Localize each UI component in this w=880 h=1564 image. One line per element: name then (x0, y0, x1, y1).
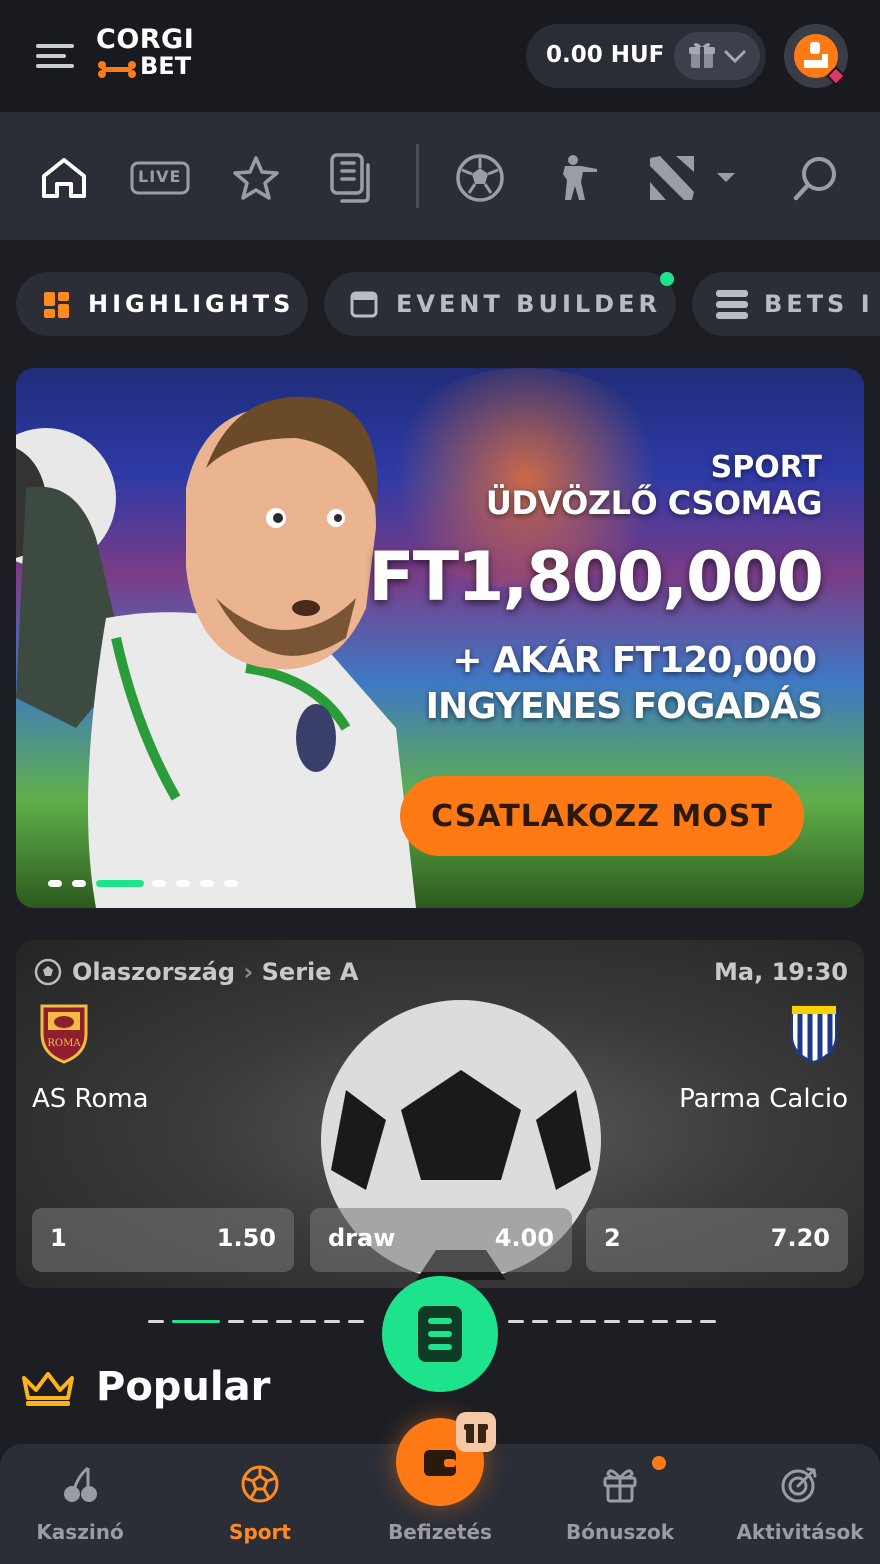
nav-activities[interactable]: Aktivitások (712, 1444, 880, 1564)
odd-button-draw[interactable]: draw 4.00 (310, 1208, 572, 1272)
bonus-dropdown-button[interactable] (674, 32, 760, 80)
match-time: Ma, 19:30 (714, 958, 848, 986)
banner-extra-amount: + AKÁR FT120,000 (452, 640, 817, 681)
balance-amount: 0.00 HUF (546, 42, 665, 68)
banner-dot-active[interactable] (96, 880, 144, 887)
join-now-button[interactable]: CSATLAKOZZ MOST (400, 776, 804, 856)
menu-icon[interactable] (36, 42, 76, 70)
sport-navigation: LIVE (0, 112, 880, 240)
floating-betslip-button[interactable] (382, 1276, 498, 1392)
banner-dot[interactable] (200, 880, 214, 887)
parma-crest-icon (791, 1005, 837, 1064)
home-icon[interactable] (34, 148, 94, 208)
banner-dot[interactable] (176, 880, 190, 887)
tab-highlights[interactable]: HIGHLIGHTS (16, 272, 308, 336)
tab-event-builder[interactable]: EVENT BUILDER (324, 272, 676, 336)
odd-label: 1 (50, 1224, 67, 1252)
nav-label: Aktivitások (736, 1520, 864, 1544)
target-icon (781, 1467, 817, 1503)
live-icon[interactable]: LIVE (130, 148, 190, 208)
calendar-icon (350, 291, 378, 318)
chevron-down-icon (724, 50, 746, 64)
counter-strike-icon[interactable] (546, 148, 606, 208)
logo-text-bottom: BET (140, 52, 192, 80)
goalkeeper-illustration (16, 396, 416, 908)
cherries-icon (64, 1466, 97, 1502)
deposit-gift-badge (456, 1412, 496, 1452)
odd-label: draw (328, 1224, 396, 1252)
match-country: Olaszország (72, 958, 236, 986)
featured-match-card[interactable]: Olaszország › Serie A Ma, 19:30 ROMA AS … (16, 940, 864, 1288)
nav-sport[interactable]: Sport (172, 1444, 348, 1564)
match-league: Olaszország › Serie A (72, 958, 359, 986)
nav-label: Sport (229, 1520, 291, 1544)
odd-value: 4.00 (494, 1224, 554, 1252)
nav-label: Befizetés (388, 1520, 492, 1544)
tab-label: BETS I (764, 290, 874, 318)
balance-pill[interactable]: 0.00 HUF (526, 24, 766, 88)
banner-title-sport: SPORT (710, 450, 822, 485)
top-header: CORGI BET 0.00 HUF (0, 0, 880, 112)
banner-bonus-amount: FT1,800,000 (368, 538, 824, 617)
nav-casino[interactable]: Kaszinó (0, 1444, 168, 1564)
soccer-icon (34, 958, 62, 986)
user-avatar-icon (794, 34, 846, 86)
bone-icon (98, 61, 136, 78)
promo-banner[interactable]: SPORT ÜDVÖZLŐ CSOMAG FT1,800,000 + AKÁR … (16, 368, 864, 908)
odd-button-home[interactable]: 1 1.50 (32, 1208, 294, 1272)
nav-label: Bónuszok (565, 1520, 675, 1544)
bonus-notification-dot (652, 1456, 666, 1470)
tab-bets[interactable]: BETS I (692, 272, 880, 336)
corgibet-logo[interactable]: CORGI BET (96, 24, 206, 84)
banner-free-bet: INGYENES FOGADÁS (425, 686, 823, 727)
gift-icon (603, 1469, 637, 1503)
live-label: LIVE (138, 167, 182, 186)
betslip-list-icon (418, 1306, 462, 1362)
nav-divider (416, 144, 419, 208)
search-icon[interactable] (786, 148, 846, 208)
banner-title-package: ÜDVÖZLŐ CSOMAG (485, 484, 823, 522)
svg-text:ROMA: ROMA (47, 1038, 81, 1049)
home-team-name: AS Roma (32, 1084, 149, 1114)
banner-dot[interactable] (224, 880, 238, 887)
crown-icon (22, 1372, 74, 1406)
more-sports-dropdown-icon[interactable] (706, 148, 746, 208)
gift-icon (464, 1424, 488, 1443)
soccer-ball-icon (241, 1465, 279, 1503)
dota-icon[interactable] (642, 148, 702, 208)
gift-icon (689, 43, 746, 68)
tab-label: EVENT BUILDER (396, 290, 661, 318)
list-icon (716, 290, 748, 319)
banner-dot[interactable] (48, 880, 62, 887)
wallet-icon (424, 1450, 456, 1476)
new-indicator-dot (660, 272, 674, 286)
soccer-ball-icon[interactable] (450, 148, 510, 208)
odd-value: 7.20 (770, 1224, 830, 1252)
tab-label: HIGHLIGHTS (88, 290, 295, 318)
nav-bonuses[interactable]: Bónuszok (532, 1444, 708, 1564)
favorites-star-icon[interactable] (226, 148, 286, 208)
banner-dot[interactable] (72, 880, 86, 887)
betslip-icon[interactable] (322, 148, 382, 208)
away-team-name: Parma Calcio (679, 1084, 848, 1114)
odd-value: 1.50 (216, 1224, 276, 1252)
match-league-name: Serie A (261, 958, 359, 986)
odd-button-away[interactable]: 2 7.20 (586, 1208, 848, 1272)
nav-label: Kaszinó (36, 1520, 124, 1544)
odd-label: 2 (604, 1224, 621, 1252)
grid-icon (44, 292, 69, 318)
banner-dot[interactable] (152, 880, 166, 887)
logo-text-top: CORGI (96, 24, 195, 55)
avatar[interactable] (784, 24, 848, 88)
popular-section-title: Popular (96, 1364, 271, 1410)
as-roma-crest-icon: ROMA (40, 1004, 88, 1064)
